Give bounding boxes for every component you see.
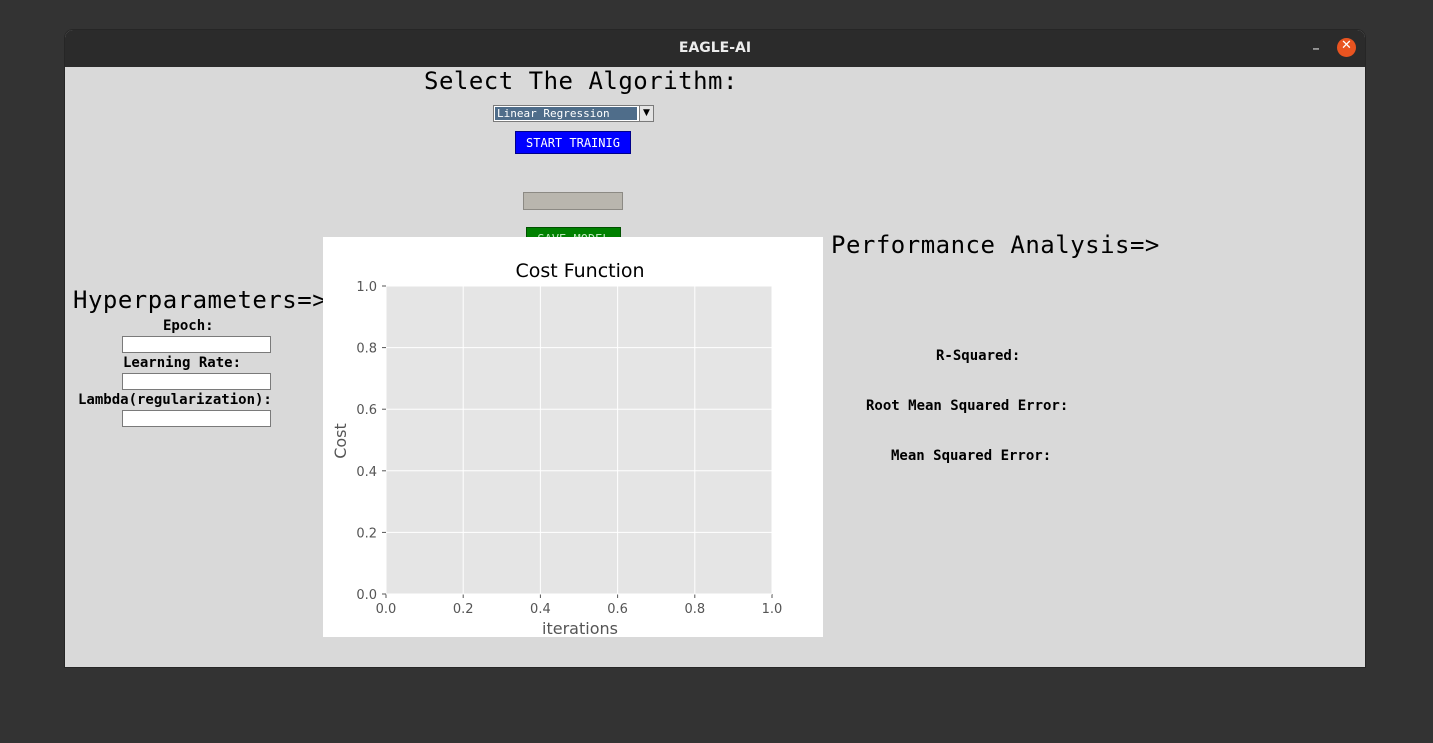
- y-tick-label: 0.8: [356, 342, 377, 357]
- chart-ylabel: Cost: [331, 423, 350, 459]
- chart-xlabel: iterations: [542, 619, 618, 637]
- epoch-input[interactable]: [122, 336, 271, 353]
- x-tick-label: 0.8: [684, 602, 705, 617]
- cost-function-chart: Cost Function iterations Cost 0.0 0.2 0.4 0…: [323, 237, 823, 637]
- learning-rate-input[interactable]: [122, 373, 271, 390]
- app-window: EAGLE-AI – ✕ Select The Algorithm: Linea…: [65, 30, 1365, 667]
- r-squared-label: R-Squared:: [936, 348, 1021, 364]
- algorithm-selected-value: Linear Regression: [495, 107, 637, 120]
- main-content: Select The Algorithm: Linear Regression …: [65, 67, 1365, 667]
- x-tick-label: 0.4: [530, 602, 551, 617]
- x-tick-label: 0.6: [607, 602, 628, 617]
- start-training-button[interactable]: START TRAINIG: [515, 131, 631, 154]
- algorithm-select[interactable]: Linear Regression ▼: [493, 105, 654, 122]
- lambda-input[interactable]: [122, 410, 271, 427]
- title-bar: EAGLE-AI – ✕: [65, 30, 1365, 67]
- training-progress-bar: [523, 192, 623, 210]
- algorithm-heading: Select The Algorithm:: [424, 67, 738, 95]
- mse-label: Mean Squared Error:: [891, 448, 1052, 464]
- x-tick-label: 0.2: [453, 602, 474, 617]
- chevron-down-icon[interactable]: ▼: [639, 106, 653, 121]
- epoch-label: Epoch:: [163, 318, 214, 334]
- hyperparameters-heading: Hyperparameters=>: [73, 286, 328, 314]
- y-tick-label: 0.4: [356, 465, 377, 480]
- rmse-label: Root Mean Squared Error:: [866, 398, 1069, 414]
- window-title: EAGLE-AI: [678, 40, 752, 56]
- x-tick-label: 1.0: [762, 602, 783, 617]
- performance-heading: Performance Analysis=>: [831, 231, 1160, 259]
- y-tick-label: 0.6: [356, 403, 377, 418]
- chart-svg: Cost Function iterations Cost 0.0 0.2 0.4 0…: [331, 260, 783, 637]
- plot-area: [386, 286, 772, 594]
- chart-title: Cost Function: [515, 260, 644, 282]
- learning-rate-label: Learning Rate:: [123, 355, 242, 371]
- y-tick-label: 0.2: [356, 526, 377, 541]
- y-tick-label: 0.0: [356, 588, 377, 603]
- close-button[interactable]: ✕: [1337, 38, 1356, 57]
- minimize-button[interactable]: –: [1306, 38, 1326, 58]
- lambda-label: Lambda(regularization):: [78, 392, 272, 408]
- y-tick-label: 1.0: [356, 280, 377, 295]
- x-tick-label: 0.0: [376, 602, 397, 617]
